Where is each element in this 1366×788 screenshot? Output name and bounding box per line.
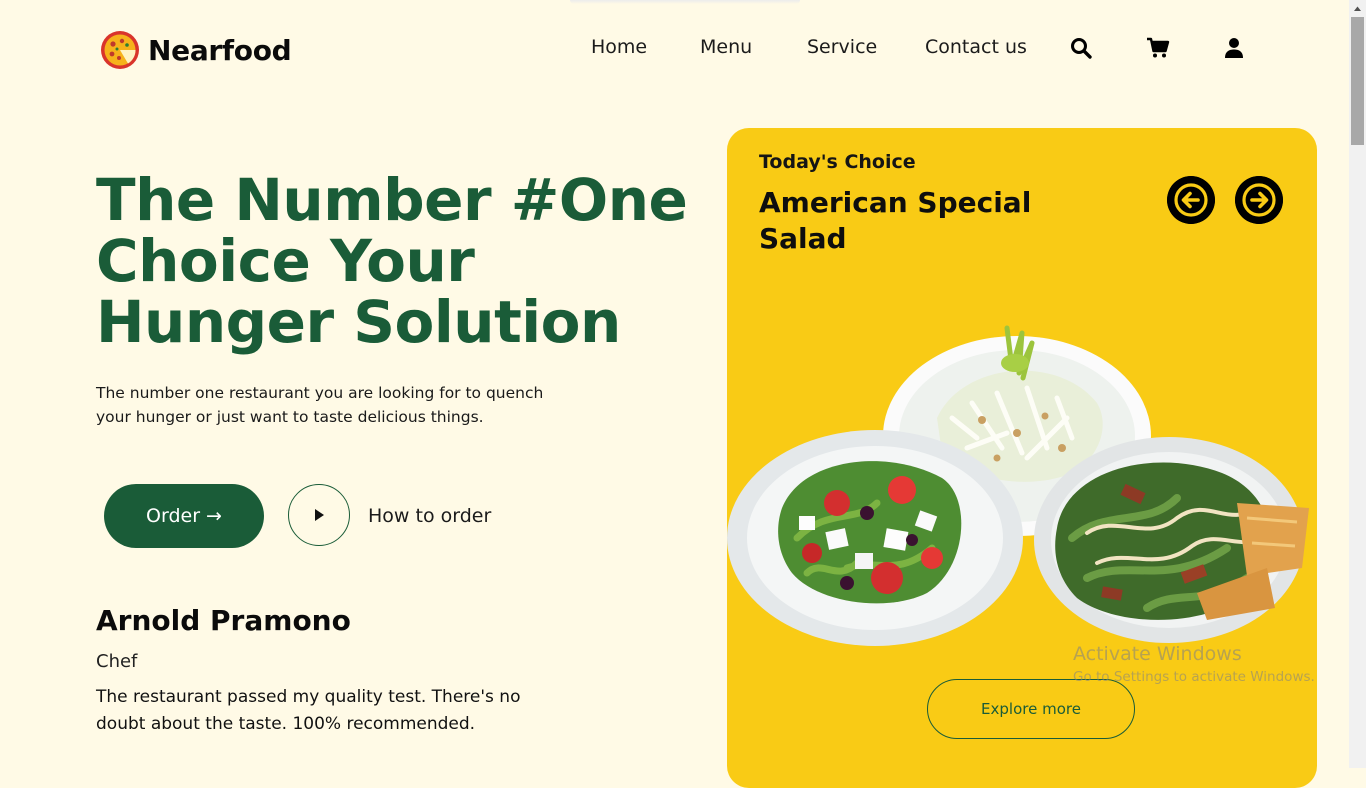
scrollbar-thumb[interactable] <box>1351 17 1364 145</box>
nav-menu[interactable]: Menu <box>700 36 752 58</box>
reviewer-name: Arnold Pramono <box>96 604 351 637</box>
pizza-icon <box>101 31 139 69</box>
nav-contact-us[interactable]: Contact us <box>925 36 1027 58</box>
caesar-salad-plate <box>1034 437 1309 643</box>
dish-title: American Special Salad <box>759 186 1032 255</box>
user-icon[interactable] <box>1222 36 1246 60</box>
search-icon[interactable] <box>1069 36 1093 60</box>
order-button[interactable]: Order → <box>104 484 264 548</box>
review-quote: The restaurant passed my quality test. T… <box>96 687 521 734</box>
nav-service[interactable]: Service <box>807 36 877 58</box>
scroll-up-arrow-icon[interactable] <box>1349 0 1366 17</box>
card-kicker: Today's Choice <box>759 151 916 173</box>
arrow-right-icon[interactable] <box>1235 176 1283 224</box>
brand-name: Nearfood <box>148 33 292 67</box>
play-video-button[interactable] <box>288 484 350 546</box>
explore-more-button[interactable]: Explore more <box>927 679 1135 739</box>
page-scrollbar[interactable] <box>1349 0 1366 768</box>
arrow-left-icon[interactable] <box>1167 176 1215 224</box>
nav-home[interactable]: Home <box>591 36 647 58</box>
hero-title: The Number #One Choice Your Hunger Solut… <box>96 166 688 356</box>
how-to-order-link[interactable]: How to order <box>368 505 491 527</box>
salad-plates-image <box>727 325 1309 646</box>
brand-logo[interactable]: Nearfood <box>100 30 292 70</box>
top-shadow <box>570 0 800 4</box>
greek-salad-plate <box>727 430 1023 646</box>
cart-icon[interactable] <box>1146 36 1170 60</box>
todays-choice-card: Today's Choice American Special Salad Ex… <box>727 128 1317 788</box>
play-icon <box>315 509 324 521</box>
hero-description: The number one restaurant you are lookin… <box>96 384 544 426</box>
reviewer-role: Chef <box>96 651 138 672</box>
